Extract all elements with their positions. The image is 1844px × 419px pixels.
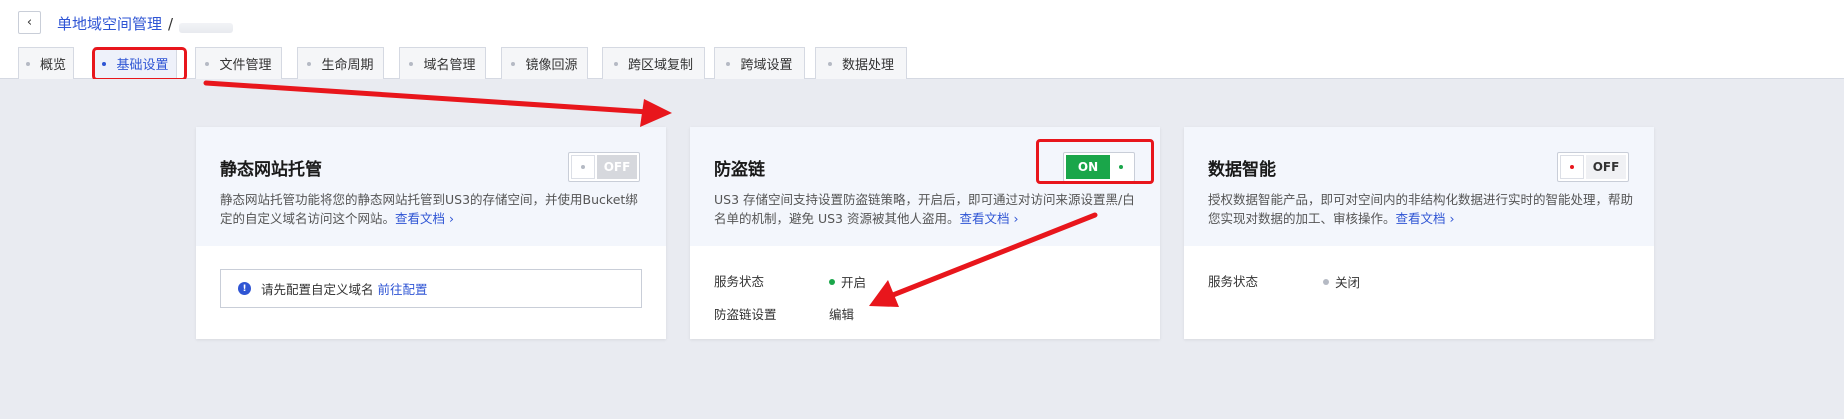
card-description: 授权数据智能产品，即可对空间内的非结构化数据进行实时的智能处理，帮助您实现对数据… bbox=[1208, 190, 1638, 228]
tab-lifecycle[interactable]: 生命周期 bbox=[297, 47, 384, 79]
card-title: 静态网站托管 bbox=[220, 160, 322, 180]
tab-file-management[interactable]: 文件管理 bbox=[195, 47, 282, 79]
tab-label: 数据处理 bbox=[841, 58, 894, 73]
tab-domain-management[interactable]: 域名管理 bbox=[399, 47, 486, 79]
toggle-state: OFF bbox=[597, 155, 637, 179]
static-site-card: 静态网站托管 OFF 静态网站托管功能将您的静态网站托管到US3的存储空间，并使… bbox=[196, 127, 666, 339]
toggle-state: OFF bbox=[1586, 155, 1626, 179]
notice-box: ! 请先配置自定义域名 前往配置 bbox=[220, 269, 642, 308]
tab-dot-icon bbox=[205, 61, 210, 66]
tab-dot-icon bbox=[726, 61, 731, 66]
setting-label: 防盗链设置 bbox=[714, 307, 777, 322]
tab-mirror-origin[interactable]: 镜像回源 bbox=[501, 47, 588, 79]
annotation-highlight-toggle bbox=[1036, 139, 1154, 184]
notice-text: 请先配置自定义域名 bbox=[261, 282, 374, 297]
breadcrumb-separator: / bbox=[168, 14, 174, 33]
card-description: US3 存储空间支持设置防盗链策略，开启后，即可通过对访问来源设置黑/白名单的机… bbox=[714, 190, 1144, 228]
tab-dot-icon bbox=[511, 61, 516, 66]
status-text: 关闭 bbox=[1335, 275, 1361, 290]
tab-dot-icon bbox=[613, 61, 618, 66]
doc-link[interactable]: 查看文档 › bbox=[959, 211, 1018, 226]
breadcrumb-parent-link[interactable]: 单地域空间管理 bbox=[57, 13, 162, 34]
status-label: 服务状态 bbox=[714, 274, 765, 289]
tab-dot-icon bbox=[25, 61, 30, 66]
static-site-toggle[interactable]: OFF bbox=[568, 152, 640, 182]
tab-dot-icon bbox=[409, 61, 414, 66]
edit-link[interactable]: 编辑 bbox=[829, 304, 854, 323]
status-value: 关闭 bbox=[1323, 272, 1360, 291]
toggle-knob bbox=[1560, 155, 1584, 179]
doc-link[interactable]: 查看文档 › bbox=[1396, 211, 1455, 226]
tab-label: 生命周期 bbox=[321, 58, 374, 73]
card-header-area bbox=[1184, 127, 1654, 246]
tab-dot-icon bbox=[827, 61, 832, 66]
status-text: 开启 bbox=[841, 275, 867, 290]
card-title: 防盗链 bbox=[714, 160, 765, 180]
data-ai-card: 数据智能 OFF 授权数据智能产品，即可对空间内的非结构化数据进行实时的智能处理… bbox=[1184, 127, 1654, 339]
tab-label: 域名管理 bbox=[423, 58, 476, 73]
tab-label: 镜像回源 bbox=[525, 58, 578, 73]
back-button[interactable]: ‹ bbox=[18, 11, 41, 34]
tab-cross-region-replication[interactable]: 跨区域复制 bbox=[602, 47, 705, 79]
doc-link[interactable]: 查看文档 › bbox=[395, 211, 454, 226]
tab-label: 文件管理 bbox=[219, 58, 272, 73]
breadcrumb-current-redacted bbox=[179, 22, 234, 33]
tab-label: 跨区域复制 bbox=[627, 58, 693, 73]
tab-data-processing[interactable]: 数据处理 bbox=[815, 47, 907, 79]
chevron-left-icon: ‹ bbox=[26, 15, 33, 30]
info-icon: ! bbox=[238, 282, 251, 295]
tab-label: 跨域设置 bbox=[740, 58, 793, 73]
tab-cors-settings[interactable]: 跨域设置 bbox=[714, 47, 805, 79]
status-value: 开启 bbox=[829, 272, 866, 291]
description-text: US3 存储空间支持设置防盗链策略，开启后，即可通过对访问来源设置黑/白名单的机… bbox=[714, 192, 1135, 226]
header-bar: ‹ 单地域空间管理 / 概览 基础设置 文件管理 生命周期 域名管理 镜像回源 … bbox=[0, 0, 1844, 79]
status-on-dot-icon bbox=[829, 278, 835, 285]
card-header-area bbox=[196, 127, 666, 246]
breadcrumb: 单地域空间管理 / bbox=[57, 13, 234, 34]
card-description: 静态网站托管功能将您的静态网站托管到US3的存储空间，并使用Bucket绑定的自… bbox=[220, 190, 650, 228]
tab-overview[interactable]: 概览 bbox=[18, 47, 74, 79]
toggle-knob bbox=[571, 155, 595, 179]
tab-label: 概览 bbox=[39, 58, 66, 73]
annotation-highlight-tab bbox=[92, 47, 187, 81]
tab-dot-icon bbox=[307, 61, 312, 66]
status-off-dot-icon bbox=[1323, 278, 1329, 285]
data-ai-toggle[interactable]: OFF bbox=[1557, 152, 1629, 182]
goto-config-link[interactable]: 前往配置 bbox=[378, 279, 428, 298]
status-label: 服务状态 bbox=[1208, 274, 1259, 289]
card-title: 数据智能 bbox=[1208, 160, 1276, 180]
